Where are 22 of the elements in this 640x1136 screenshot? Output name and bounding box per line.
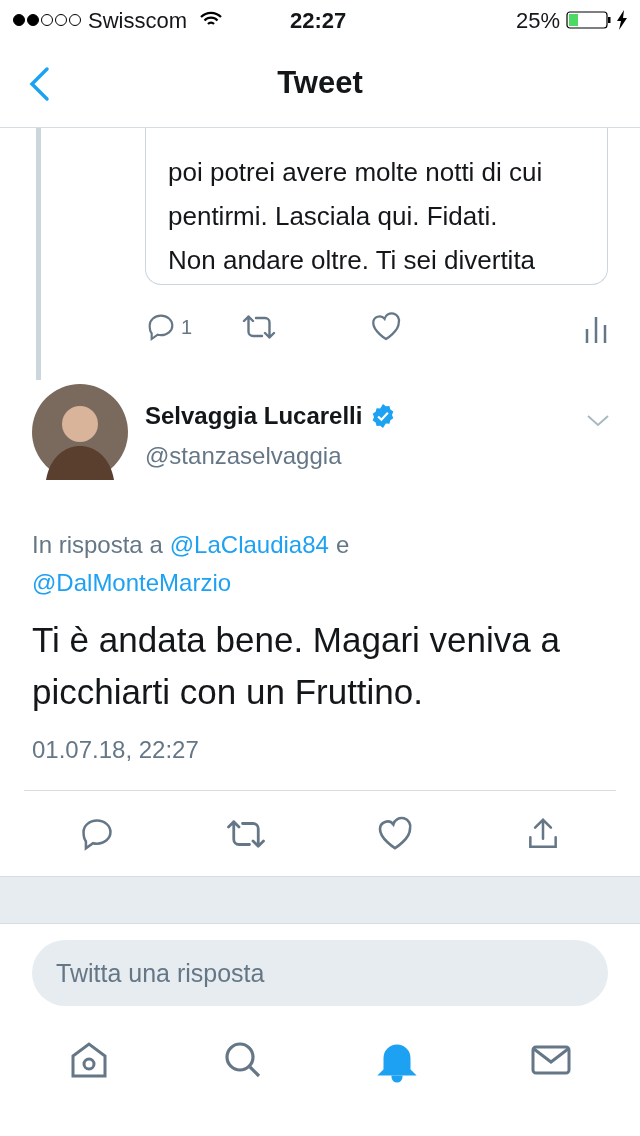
quoted-tweet-card[interactable]: poi potrei avere molte notti di cui pentirmi. Lasciala qui. Fidati. Non andare oltre. Ti sei divertita: [145, 128, 608, 285]
tweet-text: Ti è andata bene. Magari veniva a picchiarti con un Fruttino.: [32, 619, 561, 713]
status-time: 22:27: [290, 6, 347, 35]
charging-icon: [616, 10, 628, 30]
carrier-name: Swisscom: [88, 6, 187, 35]
page-title: Tweet: [277, 64, 363, 103]
signal-icon: [12, 12, 82, 28]
mention-link[interactable]: @DalMonteMarzio: [32, 564, 232, 602]
reply-input-field[interactable]: Twitta una risposta: [32, 940, 608, 1006]
battery-icon: [566, 10, 612, 30]
author-name: Selvaggia Lucarelli: [145, 401, 363, 431]
reply-count: 1: [181, 315, 194, 340]
quoted-tweet-text: pentirmi. Lasciala qui. Fidati.: [168, 200, 499, 233]
mention-link[interactable]: @LaClaudia84: [169, 526, 329, 564]
back-icon: [28, 65, 50, 102]
reply-context-label: In risposta a: [32, 530, 163, 560]
battery-percent: 25%: [515, 6, 560, 35]
quoted-tweet-text: Non andare oltre. Ti sei divertita: [168, 244, 537, 277]
tweet-timestamp: 01.07.18, 22:27: [32, 735, 200, 765]
conjunction-text: e: [335, 530, 350, 560]
quoted-tweet-text: poi potrei avere molte notti di cui: [168, 156, 544, 189]
author-handle: @stanzaselvaggia: [145, 441, 343, 471]
